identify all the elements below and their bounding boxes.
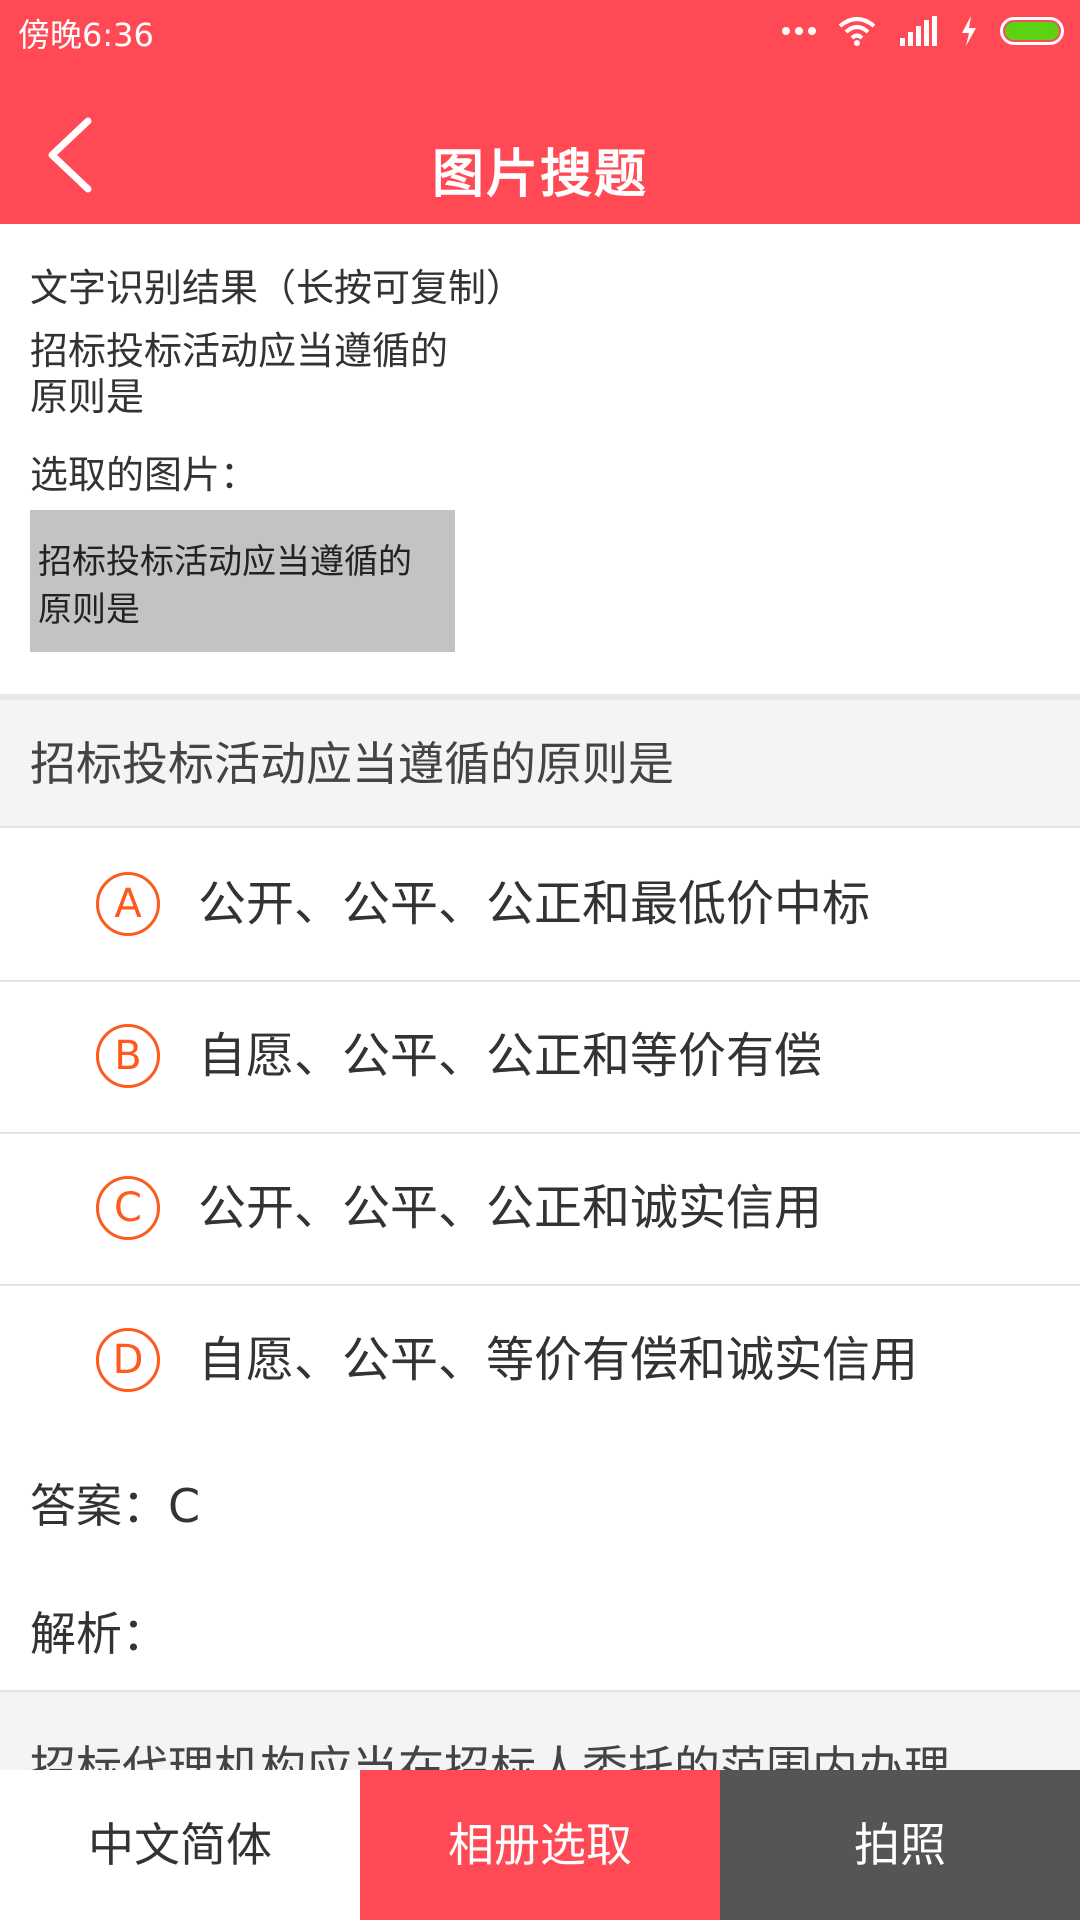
question-title: 招标投标活动应当遵循的原则是 — [0, 700, 1080, 828]
next-question-preview[interactable]: 招标代理机构应当在招标人委托的范围内办理 — [0, 1690, 1080, 1770]
picked-image-label: 选取的图片： — [30, 453, 259, 497]
bottom-bar: 中文简体 相册选取 拍照 — [0, 1770, 1080, 1920]
option-d[interactable]: D 自愿、公平、等价有偿和诚实信用 — [0, 1286, 1080, 1438]
album-select-button[interactable]: 相册选取 — [360, 1770, 720, 1920]
option-letter-badge: A — [96, 872, 160, 936]
option-c[interactable]: C 公开、公平、公正和诚实信用 — [0, 1134, 1080, 1286]
picked-image: 招标投标活动应当遵循的 原则是 — [30, 510, 455, 652]
answer-text: 答案：C — [30, 1479, 201, 1533]
next-question-title: 招标代理机构应当在招标人委托的范围内办理 — [30, 1741, 950, 1770]
ocr-section: 文字识别结果（长按可复制） 招标投标活动应当遵循的 原则是 选取的图片： 招标投… — [30, 258, 1030, 652]
status-icons — [782, 14, 1064, 48]
option-text: 公开、公平、公正和诚实信用 — [198, 1180, 823, 1236]
charging-icon — [962, 16, 976, 46]
analysis-label: 解析： — [30, 1607, 168, 1661]
option-letter-badge: B — [96, 1024, 160, 1088]
status-bar: 傍晚6:36 — [0, 0, 1080, 60]
camera-button[interactable]: 拍照 — [720, 1770, 1080, 1920]
option-text: 自愿、公平、等价有偿和诚实信用 — [198, 1332, 919, 1388]
battery-icon — [1000, 17, 1064, 45]
more-dots-icon — [782, 27, 816, 35]
option-text: 公开、公平、公正和最低价中标 — [198, 876, 871, 932]
wifi-icon — [838, 17, 876, 46]
ocr-result-text[interactable]: 招标投标活动应当遵循的 原则是 — [30, 328, 1030, 420]
page-title: 图片搜题 — [431, 145, 648, 205]
option-b[interactable]: B 自愿、公平、公正和等价有偿 — [0, 982, 1080, 1134]
option-letter-badge: C — [96, 1176, 160, 1240]
app-header: 图片搜题 — [0, 60, 1080, 224]
option-letter-badge: D — [96, 1328, 160, 1392]
option-a[interactable]: A 公开、公平、公正和最低价中标 — [0, 830, 1080, 982]
signal-icon — [900, 16, 937, 46]
ocr-result-label: 文字识别结果（长按可复制） — [30, 266, 525, 310]
language-button[interactable]: 中文简体 — [0, 1770, 360, 1920]
status-time: 傍晚6:36 — [18, 16, 154, 54]
option-text: 自愿、公平、公正和等价有偿 — [198, 1028, 823, 1084]
